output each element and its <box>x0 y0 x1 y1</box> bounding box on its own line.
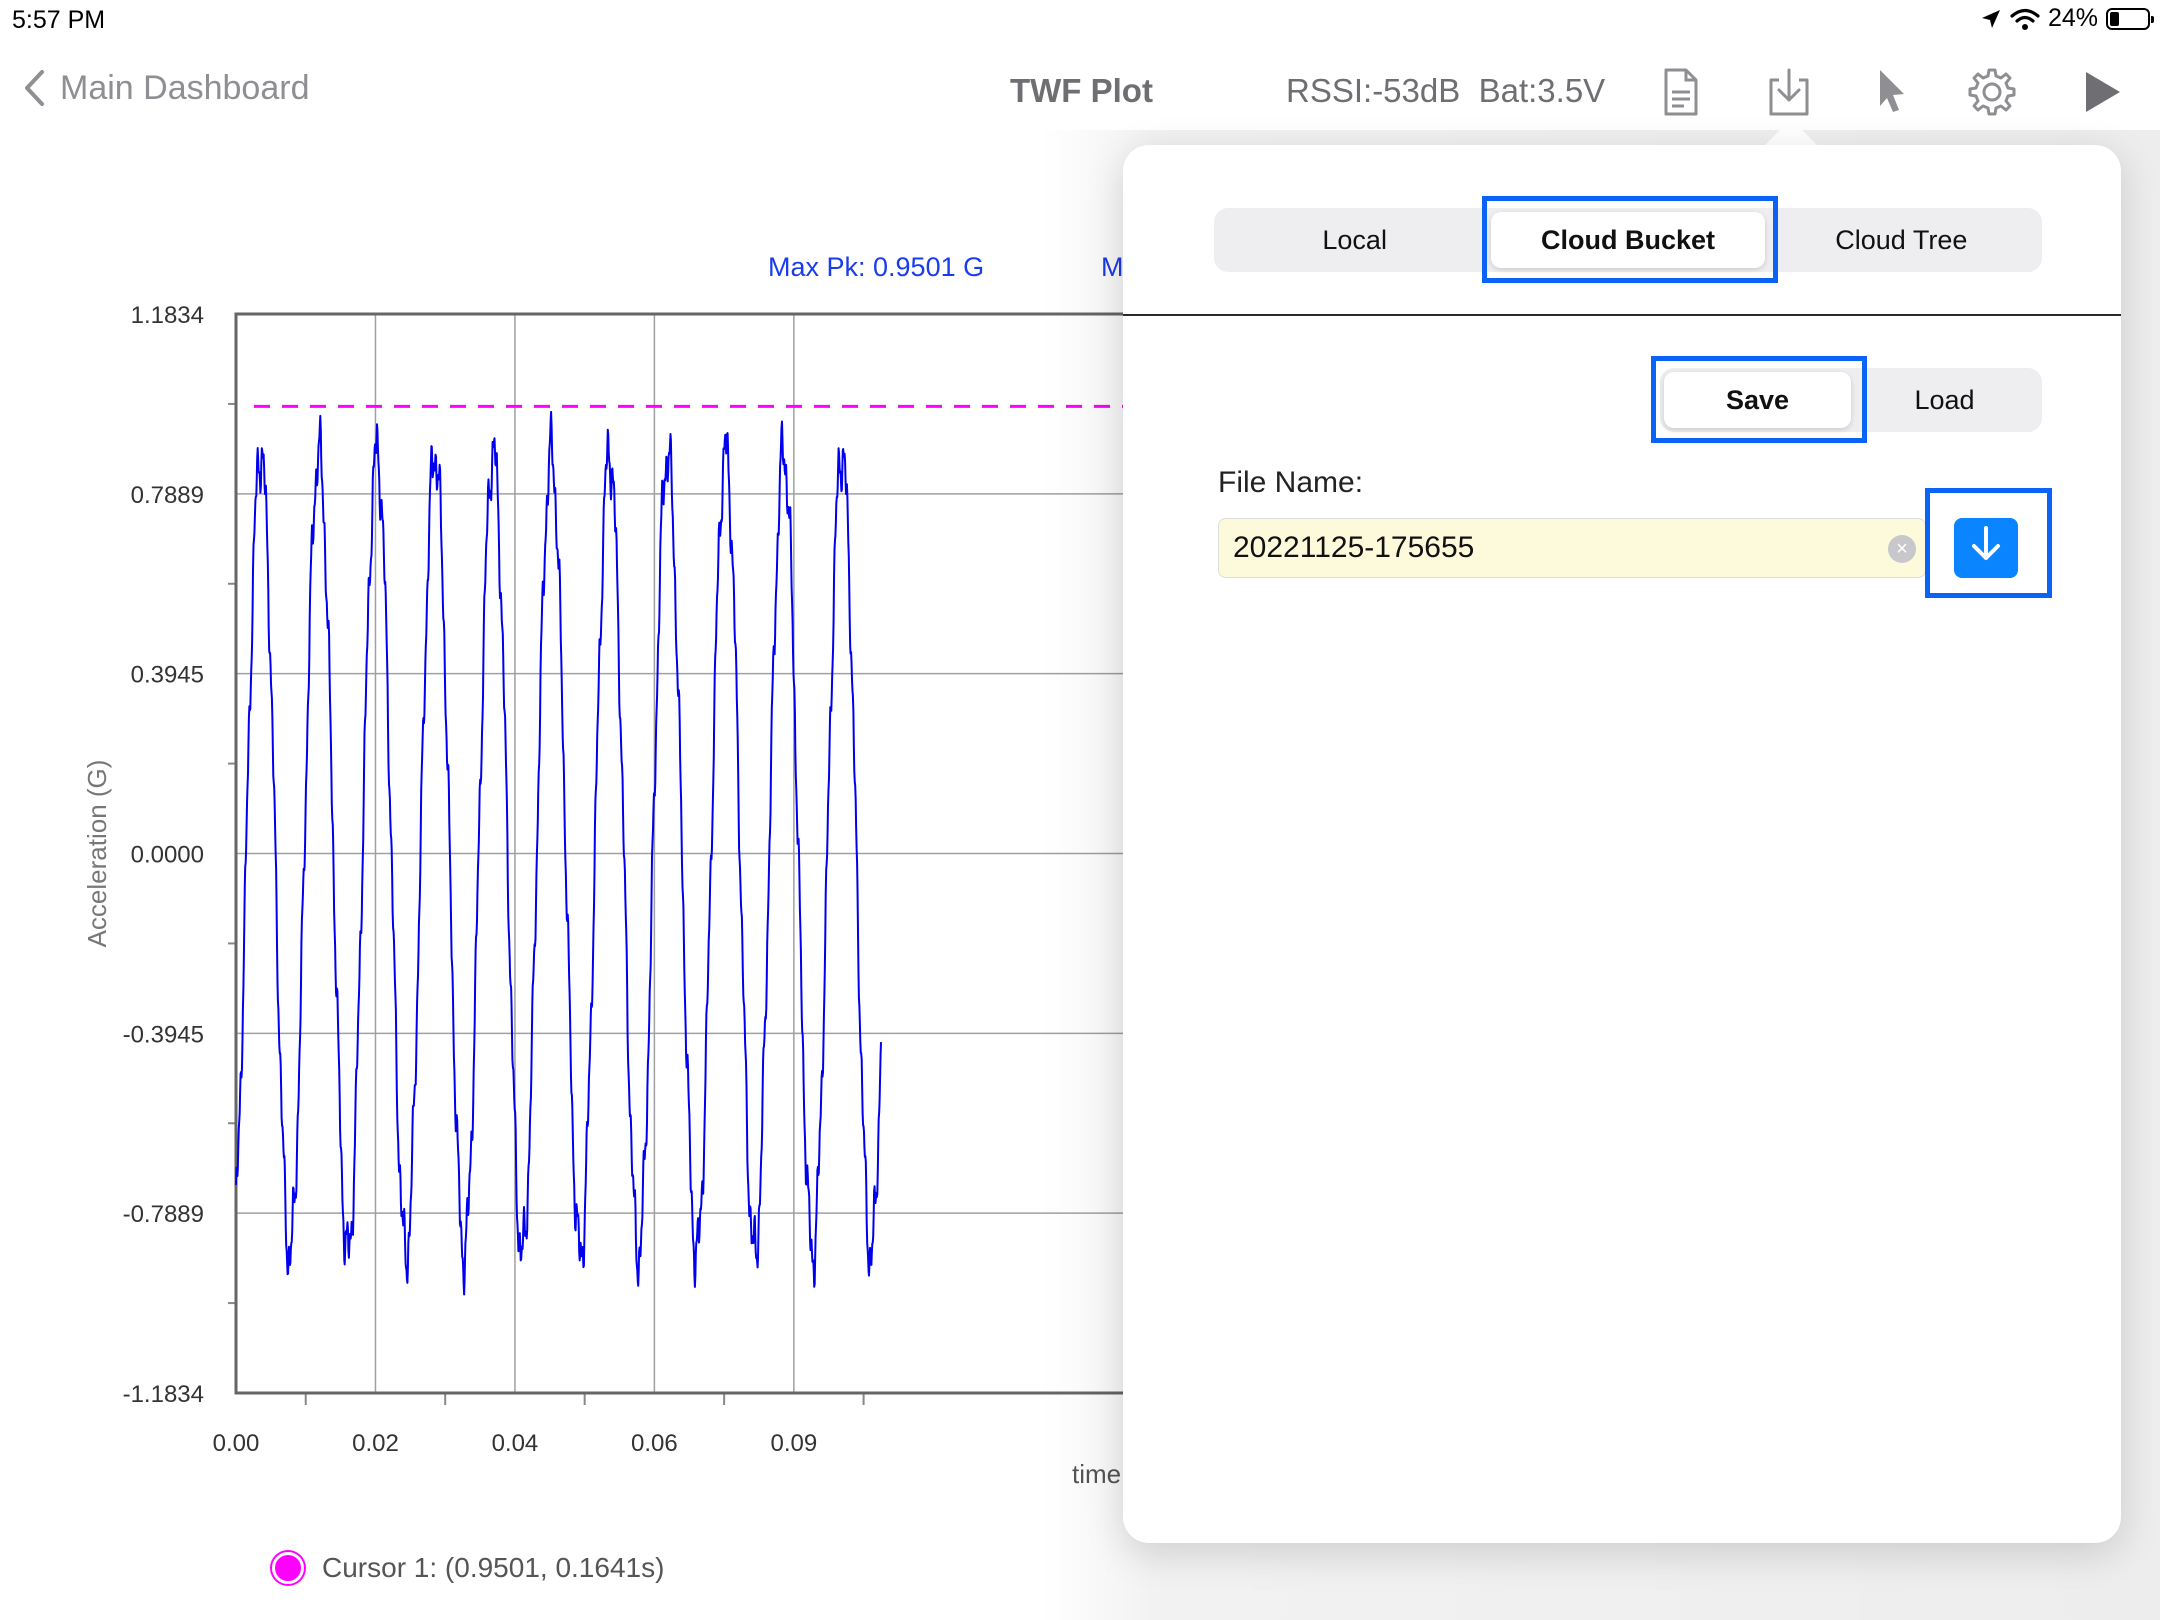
storage-segmented-control: Local Cloud Bucket Cloud Tree <box>1214 208 2042 272</box>
x-tick-label: 0.02 <box>352 1430 399 1457</box>
battery-nub <box>2151 15 2154 23</box>
x-tick-label: 0.00 <box>213 1430 260 1457</box>
tab-local[interactable]: Local <box>1218 212 1491 268</box>
download-tray-icon[interactable] <box>1761 64 1817 120</box>
tab-cloud-tree[interactable]: Cloud Tree <box>1765 212 2038 268</box>
max-peak-annotation: Max Pk: 0.9501 G <box>768 252 984 282</box>
save-load-popover <box>1123 145 2121 1543</box>
cursor-readout: Cursor 1: (0.9501, 0.1641s) <box>322 1552 665 1583</box>
y-tick-label: -1.1834 <box>123 1381 204 1408</box>
popover-divider <box>1123 314 2121 316</box>
battery-voltage: Bat:3.5V <box>1478 72 1606 109</box>
y-tick-label: 0.3945 <box>131 662 204 689</box>
file-name-label: File Name: <box>1218 466 1364 499</box>
file-name-input[interactable] <box>1218 518 1926 578</box>
cursor-marker-icon <box>272 1552 304 1584</box>
status-right: 24% <box>1980 4 2154 33</box>
x-tick-label: 0.09 <box>771 1430 818 1457</box>
load-mode-button[interactable]: Load <box>1851 372 2038 428</box>
play-icon[interactable] <box>2072 64 2128 120</box>
chevron-left-icon <box>25 70 44 106</box>
back-label: Main Dashboard <box>60 68 310 107</box>
y-tick-label: -0.3945 <box>123 1021 204 1048</box>
x-tick-label: 0.06 <box>631 1430 678 1457</box>
y-axis-label: Acceleration (G) <box>82 760 112 948</box>
back-button[interactable]: Main Dashboard <box>22 68 309 108</box>
device-status: RSSI:-53dB Bat:3.5V <box>1286 72 1605 110</box>
battery-percent: 24% <box>2047 4 2098 32</box>
x-tick-label: 0.04 <box>492 1430 539 1457</box>
wifi-icon <box>2010 8 2040 30</box>
popover-arrow <box>1763 119 1819 147</box>
y-tick-label: 1.1834 <box>131 302 204 329</box>
battery-icon <box>2106 7 2154 30</box>
save-mode-button[interactable]: Save <box>1664 372 1851 428</box>
status-time: 5:57 PM <box>12 6 106 34</box>
status-bar: 5:57 PM 24% <box>0 0 2160 40</box>
y-tick-label: -0.7889 <box>123 1201 204 1228</box>
twf-chart: 1.1834 0.7889 0.3945 0.0000 -0.3945 -0.7889 -1… <box>0 130 1125 1620</box>
save-download-button[interactable] <box>1954 518 2018 578</box>
chart-canvas[interactable]: 1.1834 0.7889 0.3945 0.0000 -0.3945 -0.7889 -1… <box>0 130 1125 1620</box>
gear-icon[interactable] <box>1964 64 2020 120</box>
battery-level <box>2110 11 2119 26</box>
mode-segmented-control: Save Load <box>1660 368 2042 432</box>
y-tick-label: 0.7889 <box>131 482 204 509</box>
clear-input-icon[interactable]: × <box>1888 535 1916 563</box>
tab-cloud-bucket[interactable]: Cloud Bucket <box>1491 212 1765 268</box>
cursor-arrow-icon[interactable] <box>1862 64 1918 120</box>
document-icon[interactable] <box>1652 64 1708 120</box>
nav-bar: Main Dashboard TWF Plot RSSI:-53dB Bat:3… <box>0 50 2160 130</box>
rssi-readout: RSSI:-53dB <box>1286 72 1461 109</box>
download-arrow-icon <box>1972 526 2000 560</box>
x-axis-label: time <box>1072 1459 1121 1489</box>
location-icon <box>1981 9 2000 28</box>
cursor-legend: Cursor 1: (0.9501, 0.1641s) <box>272 1552 664 1584</box>
page-title: TWF Plot <box>1010 72 1153 109</box>
annotation-overflow: M <box>1101 252 1124 282</box>
y-tick-label: 0.0000 <box>131 842 204 869</box>
